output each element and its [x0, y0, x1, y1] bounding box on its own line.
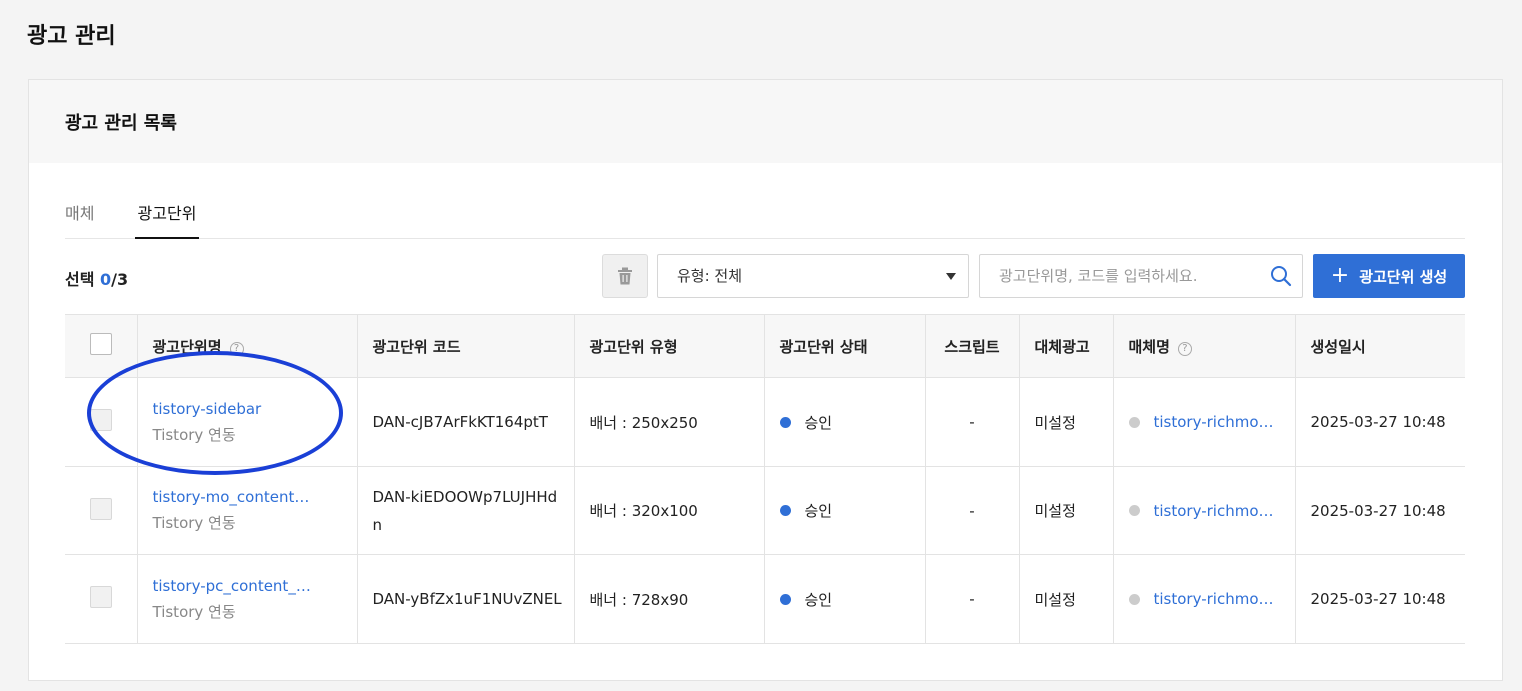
script-cell: - — [925, 377, 1020, 467]
search-icon[interactable] — [1270, 265, 1292, 287]
header-fallback: 대체광고 — [1019, 314, 1114, 378]
fallback-cell: 미설정 — [1019, 466, 1114, 555]
script-cell: - — [925, 466, 1020, 555]
table-row: tistory-sidebar Tistory 연동 DAN-cJB7ArFkK… — [65, 377, 1465, 467]
status-text: 승인 — [804, 413, 833, 432]
tab-media[interactable]: 매체 — [65, 200, 94, 239]
create-ad-unit-button[interactable]: + 광고단위 생성 — [1313, 254, 1465, 298]
table-header-row: 광고단위명? 광고단위 코드 광고단위 유형 광고단위 상태 스크립트 대체광고… — [65, 314, 1465, 378]
header-type: 광고단위 유형 — [574, 314, 765, 378]
status-text: 승인 — [804, 502, 833, 520]
search-box — [979, 254, 1303, 298]
header-created: 생성일시 — [1310, 337, 1366, 356]
card-header: 광고 관리 목록 — [29, 80, 1502, 163]
tab-bar: 매체 광고단위 — [65, 200, 1465, 239]
status-dot — [779, 416, 791, 428]
name-cell: tistory-mo_content… Tistory 연동 — [137, 466, 358, 555]
status-cell: 승인 — [764, 554, 926, 644]
select-all-checkbox[interactable] — [89, 333, 112, 355]
header-name-label: 광고단위명 — [152, 337, 222, 356]
search-input[interactable] — [980, 255, 1250, 297]
type-filter-value: 유형: 전체 — [677, 267, 743, 285]
row-checkbox[interactable] — [89, 497, 112, 520]
row-checkbox-cell — [65, 466, 138, 555]
created-cell: 2025-03-27 10:48 — [1310, 413, 1446, 431]
ad-unit-source: Tistory 연동 — [152, 602, 236, 621]
row-checkbox[interactable] — [89, 586, 112, 608]
row-checkbox[interactable] — [89, 409, 112, 431]
ad-unit-name-link[interactable]: tistory-mo_content… — [153, 488, 357, 506]
ad-unit-type: 배너 : 728x90 — [574, 554, 765, 644]
ad-unit-table: 광고단위명? 광고단위 코드 광고단위 유형 광고단위 상태 스크립트 대체광고… — [65, 314, 1465, 644]
header-status: 광고단위 상태 — [764, 314, 926, 378]
media-status-dot — [1128, 593, 1140, 605]
caret-down-icon — [946, 273, 956, 280]
ad-unit-source: Tistory 연동 — [152, 514, 236, 532]
media-cell: tistory-richmo… — [1113, 466, 1296, 555]
card-title: 광고 관리 목록 — [65, 112, 177, 134]
name-cell: tistory-sidebar Tistory 연동 — [137, 377, 358, 467]
toolbar: 선택 0/3 유형: 전체 + 광고단위 생성 — [29, 254, 1502, 298]
fallback-cell: 미설정 — [1019, 554, 1114, 644]
ad-unit-name-link[interactable]: tistory-sidebar — [153, 400, 357, 418]
ad-unit-code: DAN-yBfZx1uF1NUvZNEL — [357, 554, 575, 644]
ad-unit-name-link[interactable]: tistory-pc_content_… — [153, 577, 357, 595]
selected-number: 0 — [100, 270, 112, 289]
header-media-label: 매체명 — [1128, 337, 1170, 356]
ad-unit-source: Tistory 연동 — [152, 425, 236, 444]
media-name-link[interactable]: tistory-richmo… — [1154, 502, 1295, 520]
fallback-cell: 미설정 — [1019, 377, 1114, 467]
status-cell: 승인 — [764, 466, 926, 555]
select-all-cell — [65, 314, 138, 378]
ad-management-card: 광고 관리 목록 매체 광고단위 선택 0/3 유형: 전체 광고단위명, 코드… — [28, 79, 1503, 681]
help-icon[interactable]: ? — [229, 341, 244, 356]
created-cell: 2025-03-27 10:48 — [1310, 501, 1446, 520]
name-cell: tistory-pc_content_… Tistory 연동 — [137, 554, 358, 644]
delete-button[interactable] — [602, 254, 648, 298]
help-icon[interactable]: ? — [1177, 341, 1192, 356]
media-name-link[interactable]: tistory-richmo… — [1154, 413, 1295, 431]
header-code: 광고단위 코드 — [357, 314, 575, 378]
row-checkbox-cell — [65, 377, 138, 467]
row-checkbox-cell — [65, 554, 138, 644]
ad-unit-code: DAN-kiEDOOWp7LUJHHdn — [357, 466, 575, 555]
table-row: tistory-mo_content… Tistory 연동 DAN-kiEDO… — [65, 466, 1465, 555]
table-row: tistory-pc_content_… Tistory 연동 DAN-yBfZ… — [65, 554, 1465, 644]
header-media: 매체명? — [1113, 314, 1296, 378]
media-status-dot — [1128, 416, 1140, 428]
status-text: 승인 — [804, 590, 833, 609]
create-button-label: 광고단위 생성 — [1359, 267, 1448, 286]
ad-unit-type: 배너 : 250x250 — [574, 377, 765, 467]
media-name-link[interactable]: tistory-richmo… — [1154, 590, 1295, 608]
plus-icon: + — [1330, 263, 1350, 288]
header-name: 광고단위명? — [137, 314, 358, 378]
tab-ad-unit[interactable]: 광고단위 — [135, 200, 199, 239]
media-cell: tistory-richmo… — [1113, 554, 1296, 644]
media-cell: tistory-richmo… — [1113, 377, 1296, 467]
status-dot — [779, 505, 791, 516]
page-title: 광고 관리 — [27, 24, 116, 49]
status-cell: 승인 — [764, 377, 926, 467]
type-filter-select[interactable]: 유형: 전체 — [657, 254, 969, 298]
created-cell: 2025-03-27 10:48 — [1310, 590, 1446, 608]
ad-unit-code: DAN-cJB7ArFkKT164ptT — [357, 377, 575, 467]
status-dot — [779, 593, 791, 605]
media-status-dot — [1128, 505, 1140, 516]
header-script: 스크립트 — [925, 314, 1020, 378]
trash-icon — [618, 267, 632, 285]
selection-label: 선택 — [65, 270, 95, 289]
ad-unit-type: 배너 : 320x100 — [574, 466, 765, 555]
script-cell: - — [925, 554, 1020, 644]
total-number: /3 — [111, 270, 129, 289]
selection-count: 선택 0/3 — [65, 266, 128, 290]
